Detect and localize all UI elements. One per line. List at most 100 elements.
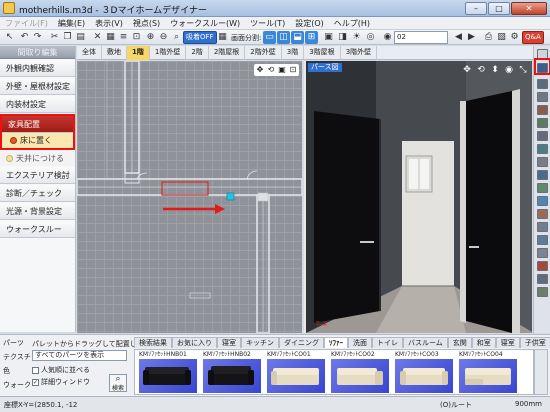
parts-filter-select[interactable]: すべてのパーツを表示 <box>32 350 127 361</box>
auto-sort-box[interactable] <box>32 366 39 374</box>
strip-tool-16-icon[interactable] <box>537 248 548 258</box>
menu-walkthrough[interactable]: ウォークスルー(W) <box>165 17 245 29</box>
tab-bedroom-2[interactable]: 寝室 <box>495 337 520 348</box>
strip-tool-5-icon[interactable] <box>537 105 548 115</box>
pan-icon[interactable]: ✥ <box>255 65 265 75</box>
camera-prev-icon[interactable]: ◀ <box>452 31 465 44</box>
tab-site[interactable]: 敷地 <box>102 46 127 60</box>
attach-ceiling-item[interactable]: 天井につける <box>0 151 75 166</box>
strip-tool-18-icon[interactable] <box>537 274 548 284</box>
detail-window-box[interactable]: ✓ <box>32 378 39 386</box>
view-fit-icon[interactable]: ◉ <box>503 64 515 76</box>
sofa-thumbnail[interactable]: KMｿﾌｧｾｯﾄCO03 <box>395 351 456 394</box>
undo-icon[interactable]: ↶ <box>18 31 31 44</box>
tab-japanese-room[interactable]: 和室 <box>471 337 496 348</box>
place-on-floor-item[interactable]: 床に置く <box>2 133 73 148</box>
tab-2f-exterior[interactable]: 2階外壁 <box>245 46 282 60</box>
strip-tool-11-icon[interactable] <box>537 183 548 193</box>
print-icon[interactable]: ⎙ <box>482 31 495 44</box>
light-background-item[interactable]: 光源・背景設定 <box>0 203 75 220</box>
tab-1f-exterior[interactable]: 1階外壁 <box>150 46 187 60</box>
photo-icon[interactable]: ◎ <box>364 31 377 44</box>
grid-icon[interactable]: ▦ <box>216 31 229 44</box>
tab-3f-exterior[interactable]: 3階外壁 <box>341 46 378 60</box>
perspective-view[interactable]: パース図 ✥ ⟲ ⬍ ◉ ⤡ T--X <box>304 61 532 333</box>
menu-tools[interactable]: ツール(T) <box>245 17 290 29</box>
tab-favorites[interactable]: お気に入り <box>172 337 217 348</box>
interior-material-item[interactable]: 内装材設定 <box>0 96 75 113</box>
strip-tool-3-icon[interactable] <box>537 79 548 89</box>
strip-tool-14-icon[interactable] <box>537 222 548 232</box>
diagnosis-check-item[interactable]: 診断／チェック <box>0 185 75 202</box>
texture-tab[interactable]: テクスチャ <box>3 352 38 362</box>
strip-tool-17-icon[interactable] <box>537 261 548 271</box>
tab-all[interactable]: 全体 <box>77 46 102 60</box>
menu-help[interactable]: ヘルプ(H) <box>329 17 375 29</box>
strip-tool-6-icon[interactable] <box>537 118 548 128</box>
tab-washroom[interactable]: 洗面 <box>348 337 372 348</box>
select-tool-icon[interactable]: ↖ <box>3 31 16 44</box>
tab-3f[interactable]: 3階 <box>282 46 305 60</box>
tab-entrance[interactable]: 玄関 <box>447 337 472 348</box>
render-icon[interactable]: ◨ <box>336 31 349 44</box>
light-icon[interactable]: ☀ <box>350 31 363 44</box>
strip-tool-19-icon[interactable] <box>537 287 548 297</box>
sofa-thumbnail[interactable]: KMｿﾌｧｾｯﾄCO04 <box>459 351 520 394</box>
split-horizontal-icon[interactable]: ◫ <box>277 31 290 44</box>
exterior-review-item[interactable]: エクステリア検討 <box>0 167 75 184</box>
strip-tool-12-icon[interactable] <box>537 196 548 206</box>
align-icon[interactable]: ≡ <box>117 31 130 44</box>
strip-tool-9-icon[interactable] <box>537 157 548 167</box>
split-single-icon[interactable]: ▭ <box>263 31 276 44</box>
wall-roof-material-item[interactable]: 外壁・屋根材設定 <box>0 78 75 95</box>
strip-tool-7-icon[interactable] <box>537 131 548 141</box>
redo-icon[interactable]: ↷ <box>31 31 44 44</box>
rotate-icon[interactable]: ⟲ <box>266 65 276 75</box>
tab-search-results[interactable]: 検索結果 <box>134 337 172 348</box>
view-extra-icon[interactable]: ⤡ <box>517 64 529 76</box>
tab-2f-roof[interactable]: 2階屋根 <box>209 46 246 60</box>
menu-settings[interactable]: 設定(O) <box>290 17 329 29</box>
delete-icon[interactable]: ✕ <box>91 31 104 44</box>
qa-button[interactable]: Q&A <box>522 31 544 44</box>
strip-tool-10-icon[interactable] <box>537 170 548 180</box>
search-button[interactable]: ⌕ 検索 <box>109 374 127 392</box>
sofa-thumbnail[interactable]: KMｿﾌｧｾｯﾄHNB02 <box>203 351 264 394</box>
strip-tool-13-icon[interactable] <box>537 209 548 219</box>
furniture-placement-item[interactable]: 家具配置 <box>2 116 73 133</box>
split-quad-icon[interactable]: ⊞ <box>305 31 318 44</box>
strip-tool-8-icon[interactable] <box>537 144 548 154</box>
minimize-button[interactable]: – <box>465 2 487 15</box>
camera-next-icon[interactable]: ▶ <box>465 31 478 44</box>
sofa-thumbnail[interactable]: KMｿﾌｧｾｯﾄCO01 <box>267 351 328 394</box>
maximize-button[interactable]: □ <box>488 2 510 15</box>
paste-icon[interactable]: ▤ <box>74 31 87 44</box>
orbit-icon[interactable]: ✥ <box>461 64 473 76</box>
tab-3f-roof[interactable]: 3階屋根 <box>304 46 341 60</box>
tab-toilet[interactable]: トイレ <box>372 337 403 348</box>
cut-icon[interactable]: ✂ <box>48 31 61 44</box>
close-button[interactable]: ✕ <box>511 2 547 15</box>
copy-icon[interactable]: ❐ <box>61 31 74 44</box>
shade-icon[interactable]: ▣ <box>322 31 335 44</box>
strip-tool-15-icon[interactable] <box>537 235 548 245</box>
thumbnail-scrollbar[interactable] <box>534 349 548 395</box>
tab-bedroom[interactable]: 寝室 <box>217 337 241 348</box>
camera-icon[interactable]: ◉ <box>381 31 394 44</box>
menu-viewpoint[interactable]: 視点(S) <box>128 17 165 29</box>
settings-icon[interactable]: ⚙ <box>508 31 521 44</box>
floor-plan-view[interactable]: ✥ ⟲ ▣ ⊡ <box>77 61 302 333</box>
camera-select[interactable]: 02 <box>394 31 448 44</box>
sofa-thumbnail[interactable]: KMｿﾌｧｾｯﾄHNB01 <box>139 351 200 394</box>
fit-icon[interactable]: ⊡ <box>130 31 143 44</box>
menu-edit[interactable]: 編集(E) <box>53 17 90 29</box>
floorplan-edit-header[interactable]: 間取り編集 <box>0 46 75 59</box>
tab-kids-room[interactable]: 子供室 <box>519 337 550 348</box>
zoom-in-icon[interactable]: ⊕ <box>144 31 157 44</box>
split-vertical-icon[interactable]: ⬓ <box>291 31 304 44</box>
group-icon[interactable]: ▦ <box>104 31 117 44</box>
plan-camera-icon[interactable]: ▣ <box>277 65 287 75</box>
tab-sofa[interactable]: ｿﾌｧｰ <box>324 337 348 348</box>
turn-icon[interactable]: ⟲ <box>475 64 487 76</box>
strip-tool-4-icon[interactable] <box>537 92 548 102</box>
